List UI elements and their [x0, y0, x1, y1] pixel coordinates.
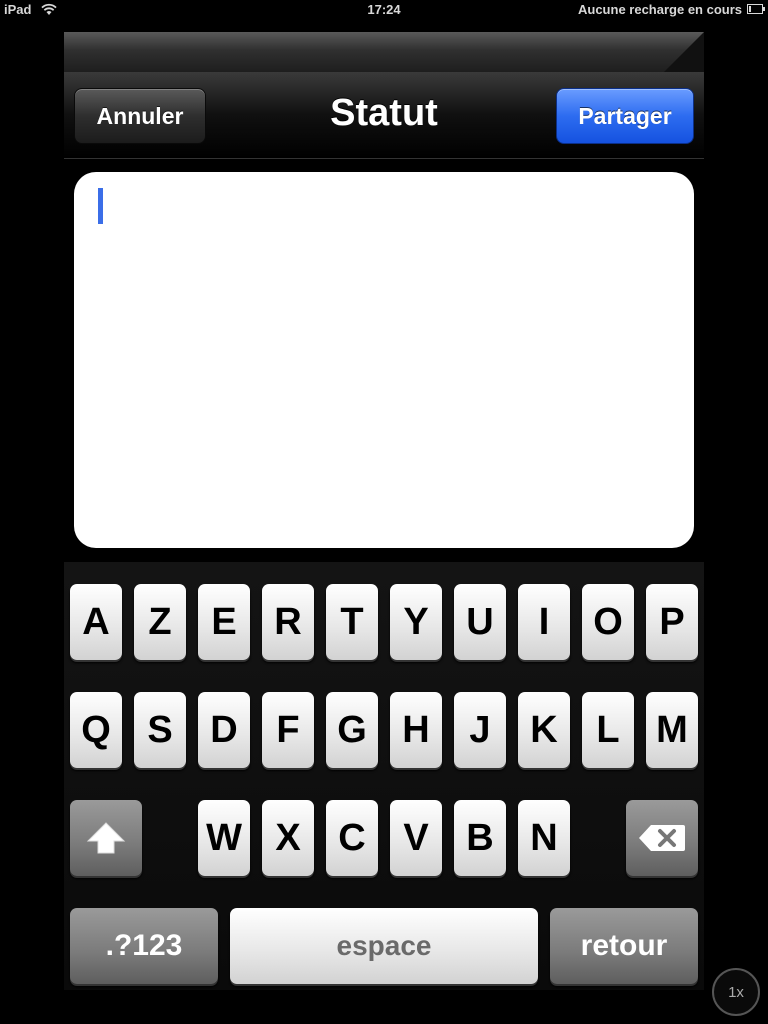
key-y[interactable]: Y — [390, 584, 442, 660]
numbers-key[interactable]: .?123 — [70, 908, 218, 984]
key-l[interactable]: L — [582, 692, 634, 768]
delete-key[interactable] — [626, 800, 698, 876]
key-b[interactable]: B — [454, 800, 506, 876]
key-t[interactable]: T — [326, 584, 378, 660]
shift-icon — [86, 822, 126, 854]
key-j[interactable]: J — [454, 692, 506, 768]
page-curl-corner — [664, 32, 704, 72]
key-n[interactable]: N — [518, 800, 570, 876]
zoom-toggle-button[interactable]: 1x — [712, 968, 760, 1016]
key-x[interactable]: X — [262, 800, 314, 876]
key-h[interactable]: H — [390, 692, 442, 768]
battery-status-text: Aucune recharge en cours — [578, 2, 742, 17]
key-d[interactable]: D — [198, 692, 250, 768]
key-m[interactable]: M — [646, 692, 698, 768]
delete-icon — [639, 825, 685, 851]
navigation-bar: Annuler Statut Partager — [64, 72, 704, 159]
key-i[interactable]: I — [518, 584, 570, 660]
space-key[interactable]: espace — [230, 908, 538, 984]
share-dialog: Annuler Statut Partager A Z E R T Y U I … — [64, 32, 704, 990]
key-p[interactable]: P — [646, 584, 698, 660]
key-s[interactable]: S — [134, 692, 186, 768]
key-v[interactable]: V — [390, 800, 442, 876]
status-text-input[interactable] — [74, 172, 694, 548]
key-w[interactable]: W — [198, 800, 250, 876]
window-top-bar — [64, 32, 704, 72]
key-o[interactable]: O — [582, 584, 634, 660]
key-r[interactable]: R — [262, 584, 314, 660]
key-f[interactable]: F — [262, 692, 314, 768]
key-e[interactable]: E — [198, 584, 250, 660]
key-q[interactable]: Q — [70, 692, 122, 768]
battery-icon — [747, 4, 765, 14]
key-a[interactable]: A — [70, 584, 122, 660]
return-key[interactable]: retour — [550, 908, 698, 984]
status-bar: iPad 17:24 Aucune recharge en cours — [0, 0, 768, 20]
shift-key[interactable] — [70, 800, 142, 876]
key-u[interactable]: U — [454, 584, 506, 660]
key-g[interactable]: G — [326, 692, 378, 768]
key-k[interactable]: K — [518, 692, 570, 768]
key-z[interactable]: Z — [134, 584, 186, 660]
on-screen-keyboard: A Z E R T Y U I O P Q S D F G H J K L M … — [64, 562, 704, 990]
share-button[interactable]: Partager — [556, 88, 694, 144]
text-caret — [98, 188, 103, 224]
key-c[interactable]: C — [326, 800, 378, 876]
